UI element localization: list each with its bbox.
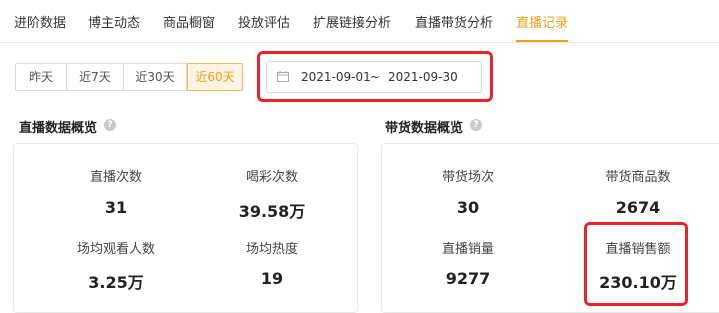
- metric-value-avg-viewers: 3.25万: [88, 273, 144, 292]
- range-selector: 昨天 近7天 近30天 近60天: [15, 63, 243, 91]
- live-overview-card: 直播次数 31 喝彩次数 39.58万 场均观看人数 3.25万 场均热度 19: [13, 143, 358, 313]
- tab-live-records[interactable]: 直播记录: [516, 12, 568, 31]
- tab-live-sales-analysis[interactable]: 直播带货分析: [415, 12, 493, 31]
- tab-placement-evaluation[interactable]: 投放评估: [238, 12, 290, 31]
- range-yesterday-button[interactable]: 昨天: [15, 63, 67, 91]
- metric-value-live-count: 31: [104, 198, 128, 217]
- metric-label-avg-viewers: 场均观看人数: [76, 242, 155, 257]
- date-start-value[interactable]: 2021-09-01: [301, 70, 371, 84]
- metric-value-sales-sessions: 30: [456, 198, 480, 217]
- question-icon[interactable]: ?: [470, 119, 482, 131]
- tab-bar: 进阶数据 博主动态 商品橱窗 投放评估 扩展链接分析 直播带货分析 直播记录: [0, 0, 719, 43]
- date-separator: ~: [370, 70, 381, 84]
- tab-product-showcase[interactable]: 商品橱窗: [163, 12, 215, 31]
- active-tab-indicator: [516, 40, 568, 42]
- metric-value-avg-heat: 19: [260, 269, 284, 288]
- range-30-days-button[interactable]: 近30天: [124, 63, 187, 91]
- sales-overview-title: 带货数据概览: [385, 121, 464, 136]
- range-7-days-button[interactable]: 近7天: [67, 63, 124, 91]
- metric-value-live-volume: 9277: [445, 269, 491, 288]
- tab-advanced-data[interactable]: 进阶数据: [14, 12, 66, 31]
- tab-blogger-activity[interactable]: 博主动态: [88, 12, 140, 31]
- revenue-highlight: [584, 222, 688, 306]
- metric-label-live-count: 直播次数: [89, 170, 142, 185]
- metric-value-cheers: 39.58万: [238, 202, 306, 221]
- metric-label-product-count: 带货商品数: [605, 170, 671, 185]
- tab-extended-link-analysis[interactable]: 扩展链接分析: [313, 12, 391, 31]
- metric-label-avg-heat: 场均热度: [245, 242, 298, 257]
- date-range-picker[interactable]: 2021-09-01 ~ 2021-09-30: [266, 61, 482, 93]
- range-60-days-button[interactable]: 近60天: [187, 63, 243, 91]
- metric-value-product-count: 2674: [615, 198, 661, 217]
- metric-label-sales-sessions: 带货场次: [441, 170, 494, 185]
- date-end-value[interactable]: 2021-09-30: [388, 70, 458, 84]
- calendar-icon: [277, 71, 289, 82]
- live-overview-title: 直播数据概览: [19, 121, 98, 136]
- metric-label-cheers: 喝彩次数: [245, 170, 298, 185]
- question-icon[interactable]: ?: [104, 119, 116, 131]
- metric-label-live-volume: 直播销量: [441, 242, 494, 257]
